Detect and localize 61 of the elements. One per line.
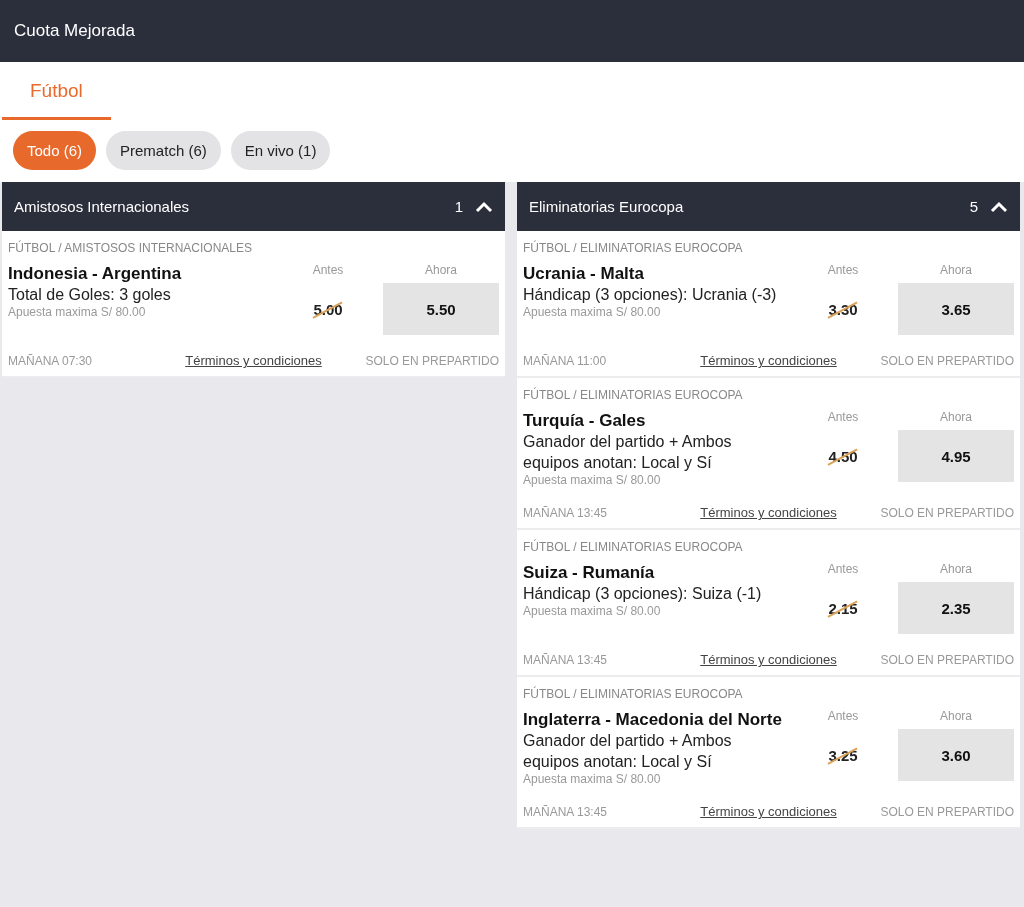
terms-link[interactable]: Términos y condiciones (700, 804, 837, 819)
match-title: Inglaterra - Macedonia del Norte (523, 709, 782, 730)
breadcrumb: FÚTBOL / AMISTOSOS INTERNACIONALES (8, 241, 254, 255)
filter-chip[interactable]: En vivo (1) (230, 131, 331, 170)
column-label: Ahora (940, 410, 972, 426)
section-header[interactable]: Eliminatorias Eurocopa 5 (517, 182, 1020, 231)
terms-link[interactable]: Términos y condiciones (700, 652, 837, 667)
prematch-note: SOLO EN PREPARTIDO (879, 652, 1014, 667)
terms-link[interactable]: Términos y condiciones (700, 505, 837, 520)
terms-link[interactable]: Términos y condiciones (185, 353, 322, 368)
match-title: Ucrania - Malta (523, 263, 645, 284)
column-label: Ahora (940, 709, 972, 725)
prematch-note: SOLO EN PREPARTIDO (879, 353, 1014, 368)
odds-button[interactable]: 5.50 (383, 283, 499, 335)
terms-link[interactable]: Términos y condiciones (700, 353, 837, 368)
breadcrumb: FÚTBOL / ELIMINATORIAS EUROCOPA (523, 687, 744, 701)
event-time: MAÑANA 13:45 (523, 804, 609, 819)
match-title: Suiza - Rumanía (523, 562, 656, 583)
section-title: Amistosos Internacionales (14, 198, 191, 215)
page-title: Cuota Mejorada (14, 21, 135, 41)
max-bet-text: Apuesta maxima S/ 80.00 (523, 772, 662, 786)
breadcrumb: FÚTBOL / ELIMINATORIAS EUROCOPA (523, 540, 744, 554)
chevron-icon[interactable] (990, 200, 1008, 213)
market-text: Ganador del partido + Ambos equipos anotan: Local y Sí (523, 432, 733, 473)
prematch-note: SOLO EN PREPARTIDO (879, 804, 1014, 819)
max-bet-text: Apuesta maxima S/ 80.00 (523, 604, 662, 618)
filter-chip[interactable]: Prematch (6) (106, 131, 221, 170)
match-title: Turquía - Gales (523, 410, 647, 431)
max-bet-text: Apuesta maxima S/ 80.00 (8, 305, 147, 319)
prematch-note: SOLO EN PREPARTIDO (879, 505, 1014, 520)
section-header[interactable]: Amistosos Internacionales 1 (2, 182, 505, 231)
column-label: Antes (827, 263, 859, 279)
market-text: Hándicap (3 opciones): Suiza (-1) (523, 584, 763, 604)
column-label: Antes (827, 410, 859, 426)
match-title: Indonesia - Argentina (8, 263, 183, 284)
column-label: Ahora (940, 263, 972, 279)
column-label: Antes (312, 263, 344, 279)
column-label: Ahora (425, 263, 457, 279)
breadcrumb: FÚTBOL / ELIMINATORIAS EUROCOPA (523, 388, 744, 402)
section-count: 5 (969, 198, 978, 215)
column-label: Antes (827, 562, 859, 578)
chevron-icon[interactable] (475, 200, 493, 213)
odds-button[interactable]: 3.60 (898, 729, 1014, 781)
column-label: Ahora (940, 562, 972, 578)
odds-button[interactable]: 4.95 (898, 430, 1014, 482)
section-title: Eliminatorias Eurocopa (529, 198, 685, 215)
column-label: Antes (827, 709, 859, 725)
event-time: MAÑANA 11:00 (523, 353, 608, 368)
prematch-note: SOLO EN PREPARTIDO (364, 353, 499, 368)
odds-button[interactable]: 2.35 (898, 582, 1014, 634)
max-bet-text: Apuesta maxima S/ 80.00 (523, 305, 662, 319)
section-count: 1 (454, 198, 463, 215)
market-text: Total de Goles: 3 goles (8, 285, 172, 305)
odds-button[interactable]: 3.65 (898, 283, 1014, 335)
max-bet-text: Apuesta maxima S/ 80.00 (523, 473, 662, 487)
event-time: MAÑANA 13:45 (523, 505, 609, 520)
market-text: Ganador del partido + Ambos equipos anotan: Local y Sí (523, 731, 733, 772)
event-time: MAÑANA 13:45 (523, 652, 609, 667)
market-text: Hándicap (3 opciones): Ucrania (-3) (523, 285, 778, 305)
breadcrumb: FÚTBOL / ELIMINATORIAS EUROCOPA (523, 241, 744, 255)
event-time: MAÑANA 07:30 (8, 353, 94, 368)
